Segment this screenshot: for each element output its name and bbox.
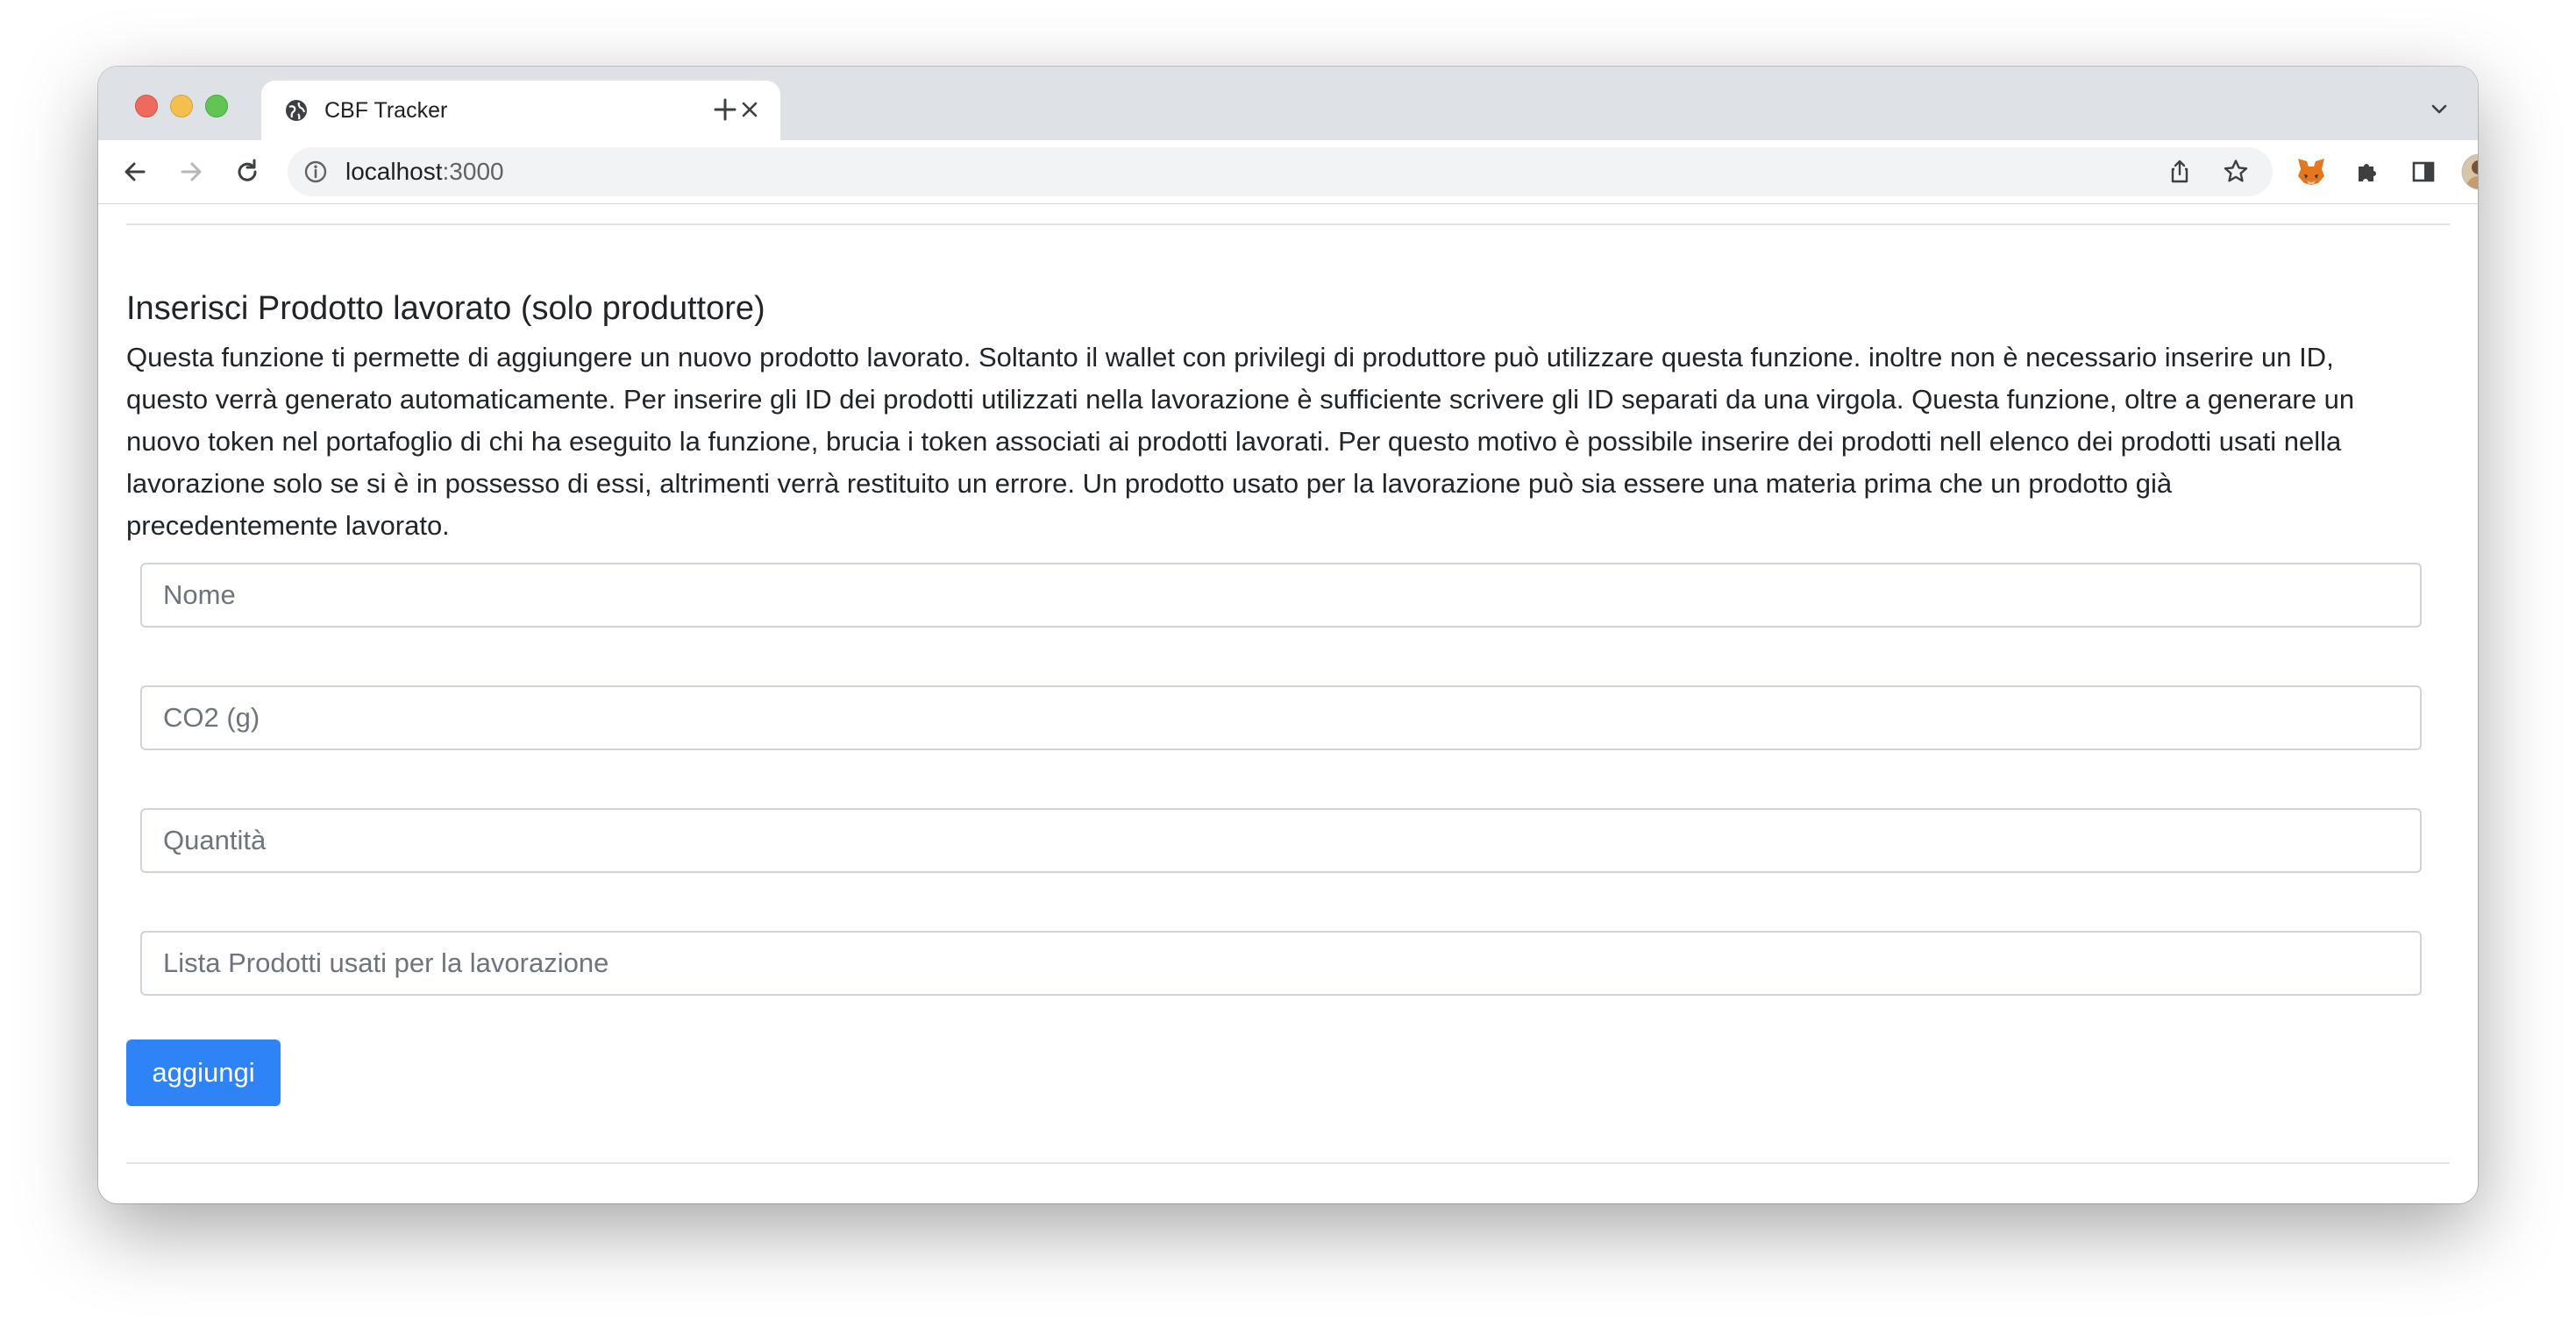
browser-window: CBF Tracker localhost:3000	[98, 67, 2478, 1203]
tab-title: CBF Tracker	[324, 98, 448, 123]
divider-top	[126, 224, 2450, 225]
name-field-wrapper	[140, 563, 2422, 628]
products-field-wrapper	[140, 931, 2422, 996]
section-description: Questa funzione ti permette di aggiunger…	[126, 342, 2355, 541]
divider-bottom	[126, 1162, 2450, 1164]
star-icon[interactable]	[2220, 156, 2252, 188]
section-title: Inserisci Prodotto lavorato (solo produt…	[126, 290, 765, 327]
reload-icon	[238, 159, 257, 181]
minimize-window-button[interactable]	[170, 95, 193, 117]
avatar	[2461, 153, 2478, 190]
puzzle-icon	[2359, 164, 2376, 181]
close-window-button[interactable]	[135, 95, 158, 117]
reload-button[interactable]	[226, 151, 268, 193]
extensions-button[interactable]	[2346, 151, 2388, 193]
quantity-input[interactable]	[140, 808, 2422, 873]
browser-toolbar: localhost:3000	[98, 140, 2478, 204]
metamask-extension-button[interactable]	[2290, 151, 2332, 193]
products-list-input[interactable]	[140, 931, 2422, 996]
tab-strip: CBF Tracker	[98, 67, 2478, 140]
side-panel-icon	[2412, 161, 2435, 182]
name-input[interactable]	[140, 563, 2422, 628]
forward-button[interactable]	[170, 151, 212, 193]
back-button[interactable]	[114, 151, 156, 193]
url-host: localhost	[345, 158, 443, 185]
arrow-right-icon	[181, 162, 202, 181]
co2-field-wrapper	[140, 685, 2422, 750]
new-tab-button[interactable]	[703, 88, 747, 131]
profile-button[interactable]	[2459, 151, 2478, 193]
tab-search-chevron-down-icon[interactable]	[2422, 91, 2457, 126]
arrow-left-icon	[125, 162, 146, 181]
fox-icon	[2298, 159, 2324, 185]
add-button[interactable]: aggiungi	[126, 1040, 281, 1106]
maximize-window-button[interactable]	[205, 95, 228, 117]
info-icon[interactable]	[303, 160, 328, 184]
address-bar[interactable]: localhost:3000	[288, 147, 2273, 196]
url-port: :3000	[442, 158, 504, 185]
globe-icon	[284, 98, 309, 123]
side-panel-button[interactable]	[2402, 151, 2444, 193]
quantity-field-wrapper	[140, 808, 2422, 873]
share-icon[interactable]	[2164, 156, 2195, 188]
co2-input[interactable]	[140, 685, 2422, 750]
form-section: Inserisci Prodotto lavorato (solo produt…	[126, 287, 2371, 547]
url-text: localhost:3000	[345, 159, 504, 185]
